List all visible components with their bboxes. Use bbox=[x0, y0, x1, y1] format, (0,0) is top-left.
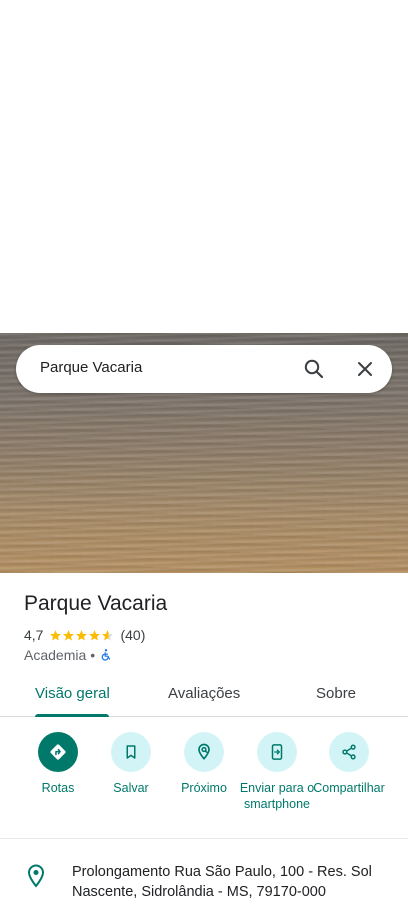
search-icon[interactable] bbox=[302, 357, 326, 381]
directions-label: Rotas bbox=[41, 781, 75, 795]
nearby-button-circle[interactable] bbox=[184, 732, 224, 772]
search-bar[interactable]: Parque Vacaria bbox=[16, 345, 392, 393]
location-pin-icon bbox=[27, 864, 45, 888]
review-count: (40) bbox=[120, 627, 146, 643]
directions-button-circle[interactable] bbox=[38, 732, 78, 772]
wheelchair-accessible-icon[interactable] bbox=[99, 648, 113, 662]
save-label: Salvar bbox=[113, 781, 149, 795]
directions-icon bbox=[50, 744, 66, 760]
directions-button[interactable]: Rotas bbox=[18, 732, 98, 796]
separator-dot: • bbox=[90, 647, 96, 663]
place-title: Parque Vacaria bbox=[24, 592, 168, 615]
close-icon[interactable] bbox=[353, 357, 377, 381]
save-button[interactable]: Salvar bbox=[91, 732, 171, 796]
star-icon bbox=[76, 629, 88, 640]
half-star-icon bbox=[102, 629, 114, 640]
nearby-label: Próximo bbox=[181, 781, 227, 795]
star-icon bbox=[89, 629, 101, 640]
address-line-1: Prolongamento Rua São Paulo, 100 - Res. … bbox=[72, 864, 372, 880]
send-to-phone-button[interactable]: Enviar para o smartphone bbox=[237, 732, 317, 812]
send-to-phone-button-circle[interactable] bbox=[257, 732, 297, 772]
nearby-icon bbox=[198, 743, 210, 760]
tab-reviews[interactable]: Avaliações bbox=[168, 685, 240, 702]
send-to-phone-label: Enviar para o smartphone bbox=[239, 781, 315, 811]
map-blank-area bbox=[0, 0, 408, 333]
save-button-circle[interactable] bbox=[111, 732, 151, 772]
rating-row[interactable]: 4,7 (40) bbox=[24, 626, 145, 644]
bookmark-icon bbox=[126, 745, 136, 759]
address-line-2: Nascente, Sidrolândia - MS, 79170-000 bbox=[72, 884, 326, 900]
tab-about[interactable]: Sobre bbox=[316, 685, 356, 702]
nearby-button[interactable]: Próximo bbox=[164, 732, 244, 796]
share-label: Compartilhar bbox=[313, 781, 385, 795]
send-to-phone-icon bbox=[271, 744, 283, 760]
share-button[interactable]: Compartilhar bbox=[309, 732, 389, 796]
section-divider bbox=[0, 838, 408, 839]
place-info-panel: Parque Vacaria 4,7 (40) Academia • Visão… bbox=[0, 573, 408, 906]
rating-value: 4,7 bbox=[24, 627, 44, 643]
star-icon bbox=[50, 629, 62, 640]
share-button-circle[interactable] bbox=[329, 732, 369, 772]
action-buttons: Rotas Salvar Próximo Enviar para o smart… bbox=[0, 732, 408, 832]
rating-stars bbox=[49, 629, 114, 642]
search-input[interactable]: Parque Vacaria bbox=[40, 359, 142, 376]
category-label: Academia bbox=[24, 647, 87, 663]
share-icon bbox=[342, 744, 356, 760]
active-tab-indicator bbox=[35, 714, 109, 717]
tab-overview[interactable]: Visão geral bbox=[35, 685, 110, 702]
tab-bar: Visão geral Avaliações Sobre bbox=[0, 675, 408, 717]
star-icon bbox=[63, 629, 75, 640]
address-text: Prolongamento Rua São Paulo, 100 - Res. … bbox=[72, 862, 382, 902]
category-row: Academia • bbox=[24, 647, 113, 663]
